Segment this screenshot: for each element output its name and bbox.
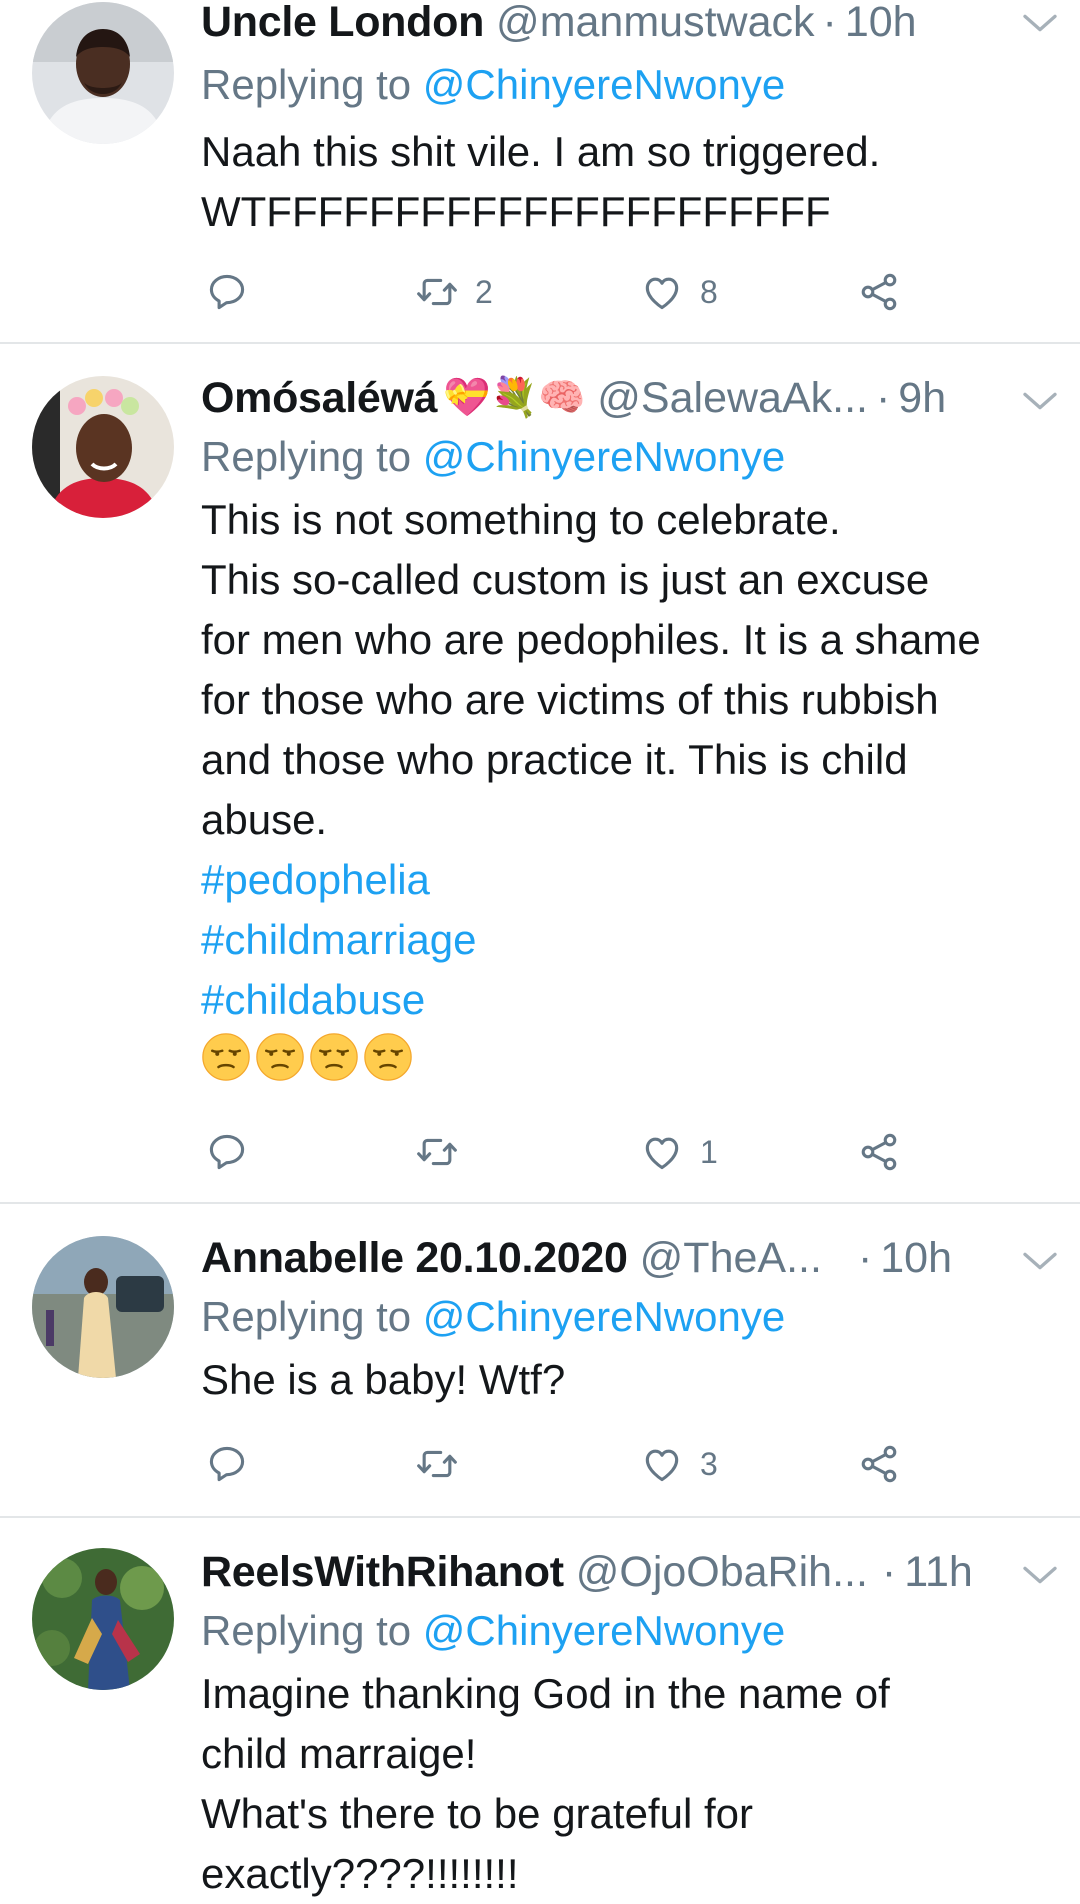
chevron-down-icon[interactable] — [1020, 1560, 1060, 1590]
retweet-icon — [415, 270, 459, 314]
share-button[interactable] — [857, 1434, 901, 1494]
tweet-text: Naah this shit vile. I am so triggered. … — [201, 128, 881, 235]
separator-dot: · — [875, 373, 891, 422]
tweet-actions: 1 — [205, 1122, 925, 1182]
avatar[interactable] — [32, 2, 174, 144]
reply-tweet[interactable]: Omósaléwá 💝💐🧠 @SalewaAk... · 9h Replying… — [0, 344, 1080, 1204]
chevron-down-icon[interactable] — [1020, 8, 1060, 38]
unamused-face-icon — [255, 1032, 305, 1082]
mention-link[interactable]: @ChinyereNwonye — [423, 433, 785, 480]
reply-button[interactable] — [205, 1434, 249, 1494]
reply-button[interactable] — [205, 1122, 249, 1182]
author-handle[interactable]: @SalewaAk... — [597, 374, 868, 423]
retweet-button[interactable] — [415, 1434, 475, 1494]
timestamp[interactable]: 11h — [904, 1548, 973, 1597]
unamused-face-icon — [309, 1032, 359, 1082]
replying-to: Replying to @ChinyereNwonye — [201, 1286, 1056, 1348]
like-count: 1 — [700, 1133, 718, 1170]
author-handle[interactable]: @TheA... — [640, 1234, 822, 1283]
replying-to-label: Replying to — [201, 1607, 423, 1654]
mention-link[interactable]: @ChinyereNwonye — [423, 1607, 785, 1654]
reply-icon — [205, 270, 249, 314]
reply-tweet[interactable]: Uncle London @manmustwack · 10h Replying… — [0, 0, 1080, 344]
share-button[interactable] — [857, 262, 901, 322]
heart-icon — [640, 1130, 684, 1174]
like-count: 3 — [700, 1445, 718, 1482]
retweet-button[interactable]: 2 — [415, 262, 493, 322]
replying-to: Replying to @ChinyereNwonye — [201, 426, 1056, 488]
replies-feed: Uncle London @manmustwack · 10h Replying… — [0, 0, 1080, 1898]
timestamp[interactable]: 9h — [898, 374, 946, 423]
tweet-text: Imagine thanking God in the name of chil… — [201, 1670, 890, 1897]
separator-dot: · — [822, 0, 837, 46]
mention-link[interactable]: @ChinyereNwonye — [423, 61, 785, 108]
author-handle[interactable]: @manmustwack — [496, 0, 814, 47]
share-button[interactable] — [857, 1122, 901, 1182]
avatar[interactable] — [32, 376, 174, 518]
author-handle[interactable]: @OjoObaRih... — [576, 1548, 868, 1597]
chevron-down-icon[interactable] — [1020, 1246, 1060, 1276]
timestamp[interactable]: 10h — [880, 1234, 952, 1283]
tweet-actions: 3 — [205, 1434, 925, 1494]
like-count: 8 — [700, 273, 718, 310]
unamused-face-icon — [363, 1032, 413, 1082]
replying-to: Replying to @ChinyereNwonye — [201, 1600, 1056, 1662]
avatar[interactable] — [32, 1236, 174, 1378]
tweet-actions: 2 8 — [205, 262, 925, 322]
share-icon — [857, 1130, 901, 1174]
author-name[interactable]: Uncle London — [201, 0, 484, 47]
hashtag-link[interactable]: #childmarriage — [201, 910, 1056, 970]
replying-to: Replying to @ChinyereNwonye — [201, 54, 1056, 116]
reply-button[interactable] — [205, 262, 249, 322]
retweet-button[interactable] — [415, 1122, 475, 1182]
author-name[interactable]: ReelsWithRihanot — [201, 1548, 564, 1597]
share-icon — [857, 270, 901, 314]
avatar[interactable] — [32, 1548, 174, 1690]
heart-icon — [640, 1442, 684, 1486]
mention-link[interactable]: @ChinyereNwonye — [423, 1293, 785, 1340]
separator-dot: · — [881, 1547, 897, 1596]
author-name[interactable]: Annabelle 20.10.2020 — [201, 1234, 628, 1283]
author-name[interactable]: Omósaléwá — [201, 374, 438, 423]
share-icon — [857, 1442, 901, 1486]
retweet-icon — [415, 1442, 459, 1486]
hashtag-link[interactable]: #pedophelia — [201, 850, 1056, 910]
timestamp[interactable]: 10h — [845, 0, 917, 47]
replying-to-label: Replying to — [201, 61, 423, 108]
retweet-icon — [415, 1130, 459, 1174]
like-button[interactable]: 1 — [640, 1122, 718, 1182]
like-button[interactable]: 3 — [640, 1434, 718, 1494]
tweet-text: She is a baby! Wtf? — [201, 1356, 566, 1403]
reply-icon — [205, 1130, 249, 1174]
replying-to-label: Replying to — [201, 433, 423, 480]
heart-icon — [640, 270, 684, 314]
hashtag-link[interactable]: #childabuse — [201, 970, 1056, 1030]
like-button[interactable]: 8 — [640, 262, 718, 322]
chevron-down-icon[interactable] — [1020, 386, 1060, 416]
name-emojis: 💝💐🧠 — [443, 377, 586, 419]
separator-dot: · — [857, 1233, 873, 1282]
replying-to-label: Replying to — [201, 1293, 423, 1340]
reply-icon — [205, 1442, 249, 1486]
unamused-face-icon — [201, 1032, 251, 1082]
tweet-text: This is not something to celebrate. This… — [201, 496, 981, 843]
reply-tweet[interactable]: ReelsWithRihanot @OjoObaRih... · 11h Rep… — [0, 1518, 1080, 1898]
retweet-count: 2 — [475, 273, 493, 310]
emoji-line — [201, 1032, 1056, 1082]
reply-tweet[interactable]: Annabelle 20.10.2020 @TheA... · 10h Repl… — [0, 1204, 1080, 1518]
